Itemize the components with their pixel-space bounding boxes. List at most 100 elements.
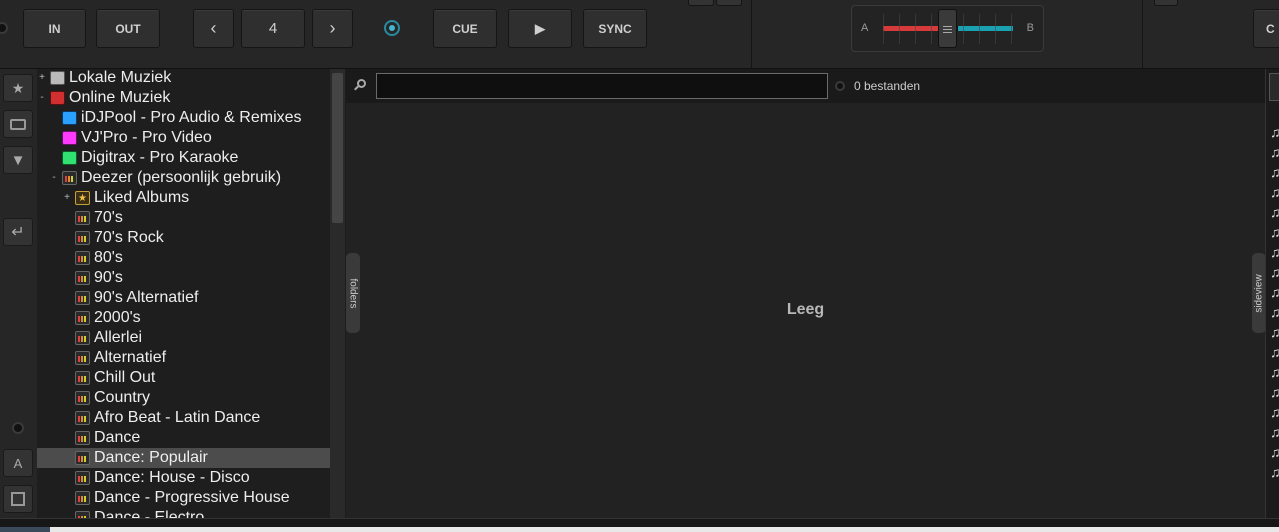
tree-scrollbar-thumb[interactable] [332,73,343,223]
music-note-icon[interactable]: ♫ [1270,145,1279,159]
tree-item[interactable]: + Lokale Muziek [37,69,330,88]
tree-item-label: Alternatief [94,349,167,366]
folders-tab[interactable]: folders [346,253,360,333]
tree-item[interactable]: 90's [37,268,330,288]
tree-item[interactable]: - Deezer (persoonlijk gebruik) [37,168,330,188]
crossfader-handle[interactable] [938,9,957,48]
music-note-icon[interactable]: ♫ [1270,325,1279,339]
playlist-icon [75,291,90,305]
music-note-icon[interactable]: ♫ [1270,445,1279,459]
deck-b-button[interactable]: C [1253,9,1279,48]
tree-item[interactable]: - Online Muziek [37,88,330,108]
tree-item[interactable]: 70's [37,208,330,228]
music-note-icon[interactable]: ♫ [1270,165,1279,179]
music-note-icon[interactable]: ♫ [1270,225,1279,239]
sideview-tab[interactable]: sideview [1252,253,1266,333]
sideview-header [1269,73,1279,101]
music-note-icon[interactable]: ♫ [1270,205,1279,219]
playlist-icon [75,371,90,385]
tree-item[interactable]: Dance - Progressive House [37,488,330,508]
cue-button[interactable]: CUE [433,9,497,48]
tree-item[interactable]: Country [37,388,330,408]
tree-item[interactable]: Alternatief [37,348,330,368]
loop-prev-button[interactable]: ‹ [193,9,234,48]
tree-item[interactable]: + Liked Albums [37,188,330,208]
tree-item[interactable]: Dance - Electro [37,508,330,518]
chevron-left-icon: ‹ [210,18,217,38]
tree-item[interactable]: Allerlei [37,328,330,348]
file-count: 0 bestanden [854,79,921,93]
loop-in-button[interactable]: IN [23,9,86,48]
music-note-icon[interactable]: ♫ [1270,345,1279,359]
music-note-icon[interactable]: ♫ [1270,265,1279,279]
loop-next-button[interactable]: › [312,9,353,48]
playlist-icon [75,211,90,225]
deck-toolbar: IN OUT ‹ 4 › CUE ▶ SYNC A B C [0,0,1279,69]
playlist-icon [75,231,90,245]
playlist-icon [75,271,90,285]
loop-out-button[interactable]: OUT [96,9,160,48]
tree-item[interactable]: 90's Alternatief [37,288,330,308]
music-note-icon[interactable]: ♫ [1270,425,1279,439]
music-note-icon[interactable]: ♫ [1270,245,1279,259]
tree-item[interactable]: Dance: House - Disco [37,468,330,488]
tree-item[interactable]: VJ'Pro - Pro Video [37,128,330,148]
tree-item-label: 2000's [94,309,141,326]
tree-item[interactable]: 80's [37,248,330,268]
browser-rail: ★ ▼ ↵ A [0,69,38,518]
font-size-button[interactable]: A [3,449,33,477]
tree-item[interactable]: Dance: Populair [37,448,330,468]
favorites-button[interactable]: ★ [3,74,33,102]
star-icon: ★ [11,79,25,96]
filter-button[interactable]: ▼ [3,146,33,174]
music-note-icon[interactable]: ♫ [1270,365,1279,379]
tree-item-label: 80's [94,249,123,266]
tree-item-label: Dance: Populair [94,449,208,466]
tree-item-label: iDJPool - Pro Audio & Remixes [81,109,302,126]
crossfader-label-b: B [1026,22,1034,34]
tree-item[interactable]: Chill Out [37,368,330,388]
tree-scrollbar[interactable] [330,69,345,518]
loop-length-display[interactable]: 4 [241,9,305,48]
search-icon-handle [354,85,359,91]
search-input[interactable] [376,73,828,99]
rail-knob[interactable] [12,422,24,434]
mixer-tab[interactable] [716,0,742,6]
tree-item[interactable]: Digitrax - Pro Karaoke [37,148,330,168]
mixer-tab[interactable] [688,0,714,6]
divider [751,0,752,68]
music-note-icon[interactable]: ♫ [1270,185,1279,199]
music-note-icon[interactable]: ♫ [1270,285,1279,299]
expand-icon[interactable]: + [63,188,71,208]
sync-button[interactable]: SYNC [583,9,647,48]
collapse-icon[interactable]: - [38,88,46,108]
tree-item[interactable]: 70's Rock [37,228,330,248]
back-button[interactable]: ↵ [3,218,33,246]
music-note-icon[interactable]: ♫ [1270,305,1279,319]
play-button[interactable]: ▶ [508,9,572,48]
tree-item-label: Dance - Electro [94,509,205,518]
computer-icon [50,71,65,85]
tree-item[interactable]: Dance [37,428,330,448]
music-note-icon[interactable]: ♫ [1270,465,1279,479]
music-note-icon[interactable]: ♫ [1270,385,1279,399]
crossfader-panel: A B [851,5,1044,52]
tree-item-label: Deezer (persoonlijk gebruik) [81,169,282,186]
loop-roll-icon[interactable] [384,20,400,36]
empty-list-text: Leeg [786,301,825,318]
add-folder-button[interactable] [3,110,33,138]
deezer-icon [62,171,77,185]
tree-item[interactable]: Afro Beat - Latin Dance [37,408,330,428]
music-note-icon[interactable]: ♫ [1270,125,1279,139]
tree-item[interactable]: iDJPool - Pro Audio & Remixes [37,108,330,128]
tree-item-label: Afro Beat - Latin Dance [94,409,261,426]
collapse-icon[interactable]: - [50,168,58,188]
tree-item-label: VJ'Pro - Pro Video [81,129,212,146]
playlist-icon [75,431,90,445]
deck-tab[interactable] [1154,0,1178,6]
expand-button[interactable] [3,485,33,513]
expand-icon[interactable]: + [38,69,46,88]
music-note-icon[interactable]: ♫ [1270,405,1279,419]
tree-item[interactable]: 2000's [37,308,330,328]
playlist-icon [75,331,90,345]
